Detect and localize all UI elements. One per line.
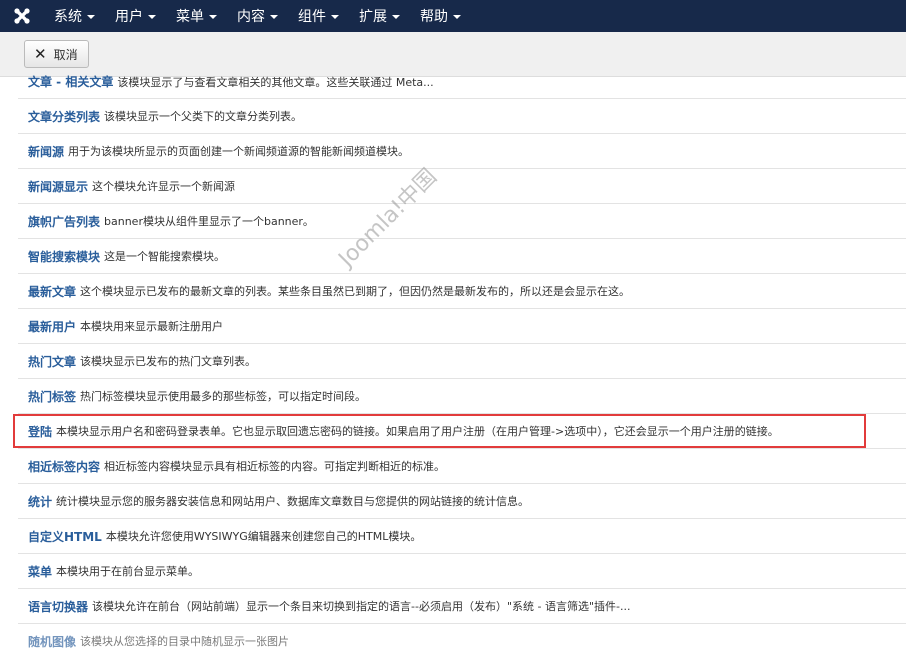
module-link[interactable]: 热门文章: [28, 353, 76, 370]
list-item: 最新文章 这个模块显示已发布的最新文章的列表。某些条目虽然已到期了，但因仍然是最新…: [18, 274, 906, 309]
module-link[interactable]: 旗帜广告列表: [28, 213, 100, 230]
module-description: 相近标签内容模块显示具有相近标签的内容。可指定判断相近的标准。: [104, 460, 446, 473]
module-description: 本模块允许您使用WYSIWYG编辑器来创建您自己的HTML模块。: [105, 530, 422, 543]
module-link[interactable]: 新闻源显示: [28, 178, 88, 195]
module-link[interactable]: 自定义HTML: [28, 528, 102, 545]
caret-down-icon: [148, 15, 156, 19]
list-item: 随机图像 该模块从您选择的目录中随机显示一张图片: [18, 624, 906, 658]
list-item: 统计 统计模块显示您的服务器安装信息和网站用户、数据库文章数目与您提供的网站链接的…: [18, 484, 906, 519]
list-item: 自定义HTML 本模块允许您使用WYSIWYG编辑器来创建您自己的HTML模块。: [18, 519, 906, 554]
cancel-button-label: 取消: [53, 47, 78, 62]
list-item: 相近标签内容 相近标签内容模块显示具有相近标签的内容。可指定判断相近的标准。: [18, 449, 906, 484]
menu-content[interactable]: 内容: [227, 0, 288, 32]
menu-system-label: 系统: [54, 9, 82, 25]
list-item: 菜单 本模块用于在前台显示菜单。: [18, 554, 906, 589]
module-link[interactable]: 热门标签: [28, 388, 76, 405]
cancel-button[interactable]: ✕ 取消: [24, 40, 89, 68]
menu-help-label: 帮助: [420, 9, 448, 25]
menu-menus[interactable]: 菜单: [166, 0, 227, 32]
module-type-list: 文章 - 相关文章 该模块显示了与查看文章相关的其他文章。这些关联通过 Meta.…: [18, 70, 906, 658]
module-link[interactable]: 新闻源: [28, 143, 64, 160]
module-link[interactable]: 相近标签内容: [28, 458, 100, 475]
caret-down-icon: [453, 15, 461, 19]
module-description: 本模块用来显示最新注册用户: [80, 320, 224, 333]
module-description: 本模块用于在前台显示菜单。: [56, 565, 200, 578]
list-item: 登陆 本模块显示用户名和密码登录表单。它也显示取回遗忘密码的链接。如果启用了用户注…: [18, 414, 906, 449]
main-menu: 系统 用户 菜单 内容 组件 扩展 帮助: [44, 0, 471, 32]
menu-help[interactable]: 帮助: [410, 0, 471, 32]
module-description: 该模块显示了与查看文章相关的其他文章。这些关联通过 Meta...: [117, 76, 434, 89]
module-description: 该模块从您选择的目录中随机显示一张图片: [80, 635, 290, 648]
module-description: 统计模块显示您的服务器安装信息和网站用户、数据库文章数目与您提供的网站链接的统计…: [56, 495, 530, 508]
menu-components-label: 组件: [298, 9, 326, 25]
joomla-logo-icon[interactable]: [0, 0, 44, 32]
module-link[interactable]: 最新用户: [28, 318, 76, 335]
close-icon: ✕: [34, 44, 47, 63]
module-link[interactable]: 语言切换器: [28, 598, 88, 615]
list-item: 新闻源 用于为该模块所显示的页面创建一个新闻频道源的智能新闻频道模块。: [18, 134, 906, 169]
module-description: 这个模块允许显示一个新闻源: [92, 180, 236, 193]
module-link[interactable]: 智能搜索模块: [28, 248, 100, 265]
list-item: 新闻源显示 这个模块允许显示一个新闻源: [18, 169, 906, 204]
module-description: 这个模块显示已发布的最新文章的列表。某些条目虽然已到期了，但因仍然是最新发布的，…: [80, 285, 631, 298]
module-description: 该模块显示一个父类下的文章分类列表。: [104, 110, 303, 123]
menu-content-label: 内容: [237, 9, 265, 25]
module-link[interactable]: 文章 - 相关文章: [28, 73, 113, 90]
module-description: banner模块从组件里显示了一个banner。: [104, 215, 314, 228]
module-link[interactable]: 菜单: [28, 563, 52, 580]
top-navbar: 系统 用户 菜单 内容 组件 扩展 帮助: [0, 0, 906, 32]
module-description: 用于为该模块所显示的页面创建一个新闻频道源的智能新闻频道模块。: [68, 145, 410, 158]
menu-components[interactable]: 组件: [288, 0, 349, 32]
module-link[interactable]: 最新文章: [28, 283, 76, 300]
list-item: 智能搜索模块 这是一个智能搜索模块。: [18, 239, 906, 274]
menu-menus-label: 菜单: [176, 9, 204, 25]
list-item: 旗帜广告列表 banner模块从组件里显示了一个banner。: [18, 204, 906, 239]
module-link[interactable]: 登陆: [28, 423, 52, 440]
menu-system[interactable]: 系统: [44, 0, 105, 32]
list-item: 语言切换器 该模块允许在前台（网站前端）显示一个条目来切换到指定的语言--必须启用…: [18, 589, 906, 624]
module-description: 热门标签模块显示使用最多的那些标签，可以指定时间段。: [80, 390, 367, 403]
menu-users-label: 用户: [115, 9, 143, 25]
module-description: 该模块显示已发布的热门文章列表。: [80, 355, 257, 368]
module-description: 本模块显示用户名和密码登录表单。它也显示取回遗忘密码的链接。如果启用了用户注册（…: [56, 425, 779, 438]
list-item: 文章 - 相关文章 该模块显示了与查看文章相关的其他文章。这些关联通过 Meta.…: [18, 70, 906, 99]
caret-down-icon: [270, 15, 278, 19]
menu-extensions-label: 扩展: [359, 9, 387, 25]
menu-extensions[interactable]: 扩展: [349, 0, 410, 32]
caret-down-icon: [87, 15, 95, 19]
list-item: 热门标签 热门标签模块显示使用最多的那些标签，可以指定时间段。: [18, 379, 906, 414]
module-description: 这是一个智能搜索模块。: [104, 250, 226, 263]
module-description: 该模块允许在前台（网站前端）显示一个条目来切换到指定的语言--必须启用（发布）"…: [92, 600, 631, 613]
module-link[interactable]: 文章分类列表: [28, 108, 100, 125]
menu-users[interactable]: 用户: [105, 0, 166, 32]
module-link[interactable]: 随机图像: [28, 633, 76, 650]
module-link[interactable]: 统计: [28, 493, 52, 510]
caret-down-icon: [331, 15, 339, 19]
list-item: 最新用户 本模块用来显示最新注册用户: [18, 309, 906, 344]
list-item: 热门文章 该模块显示已发布的热门文章列表。: [18, 344, 906, 379]
caret-down-icon: [392, 15, 400, 19]
caret-down-icon: [209, 15, 217, 19]
list-item: 文章分类列表 该模块显示一个父类下的文章分类列表。: [18, 99, 906, 134]
